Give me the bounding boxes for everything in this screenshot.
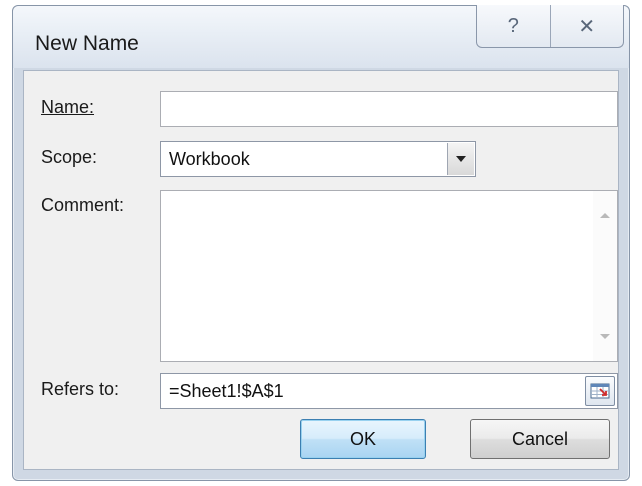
range-picker-button[interactable]	[585, 376, 615, 406]
chevron-down-icon	[456, 156, 466, 162]
name-input[interactable]	[161, 92, 617, 126]
comment-scrollbar[interactable]	[593, 191, 617, 361]
refers-to-field[interactable]: =Sheet1!$A$1	[160, 373, 618, 409]
close-icon: ✕	[578, 15, 596, 38]
name-field[interactable]	[160, 91, 618, 127]
cancel-button[interactable]: Cancel	[470, 419, 610, 459]
comment-textarea[interactable]	[161, 191, 591, 361]
ok-button[interactable]: OK	[300, 419, 426, 459]
comment-label: Comment:	[41, 195, 125, 215]
scope-selected-value: Workbook	[169, 149, 250, 169]
close-button[interactable]: ✕	[551, 5, 624, 47]
help-icon: ?	[507, 14, 519, 37]
scope-dropdown-button[interactable]	[447, 143, 474, 175]
refers-to-value[interactable]: =Sheet1!$A$1	[169, 381, 284, 402]
scope-label: Scope:	[41, 147, 98, 167]
scope-select[interactable]: Workbook	[160, 141, 476, 177]
caption-buttons: ? ✕	[476, 5, 624, 48]
name-label-text: Name:	[41, 97, 95, 117]
title-bar[interactable]: New Name ? ✕	[13, 5, 629, 68]
name-label: Name:	[41, 97, 94, 118]
collapse-dialog-icon	[590, 383, 610, 399]
refers-to-label: Refers to:	[41, 379, 120, 399]
comment-field[interactable]	[160, 190, 618, 362]
new-name-dialog: New Name ? ✕ Name: Scope: Workbook Comme…	[12, 5, 630, 481]
help-button[interactable]: ?	[477, 5, 551, 47]
dialog-title: New Name	[35, 32, 139, 55]
scroll-up-icon[interactable]	[600, 213, 610, 218]
scroll-down-icon[interactable]	[600, 334, 610, 339]
dialog-body: Name: Scope: Workbook Comment: Refers to…	[23, 70, 619, 470]
